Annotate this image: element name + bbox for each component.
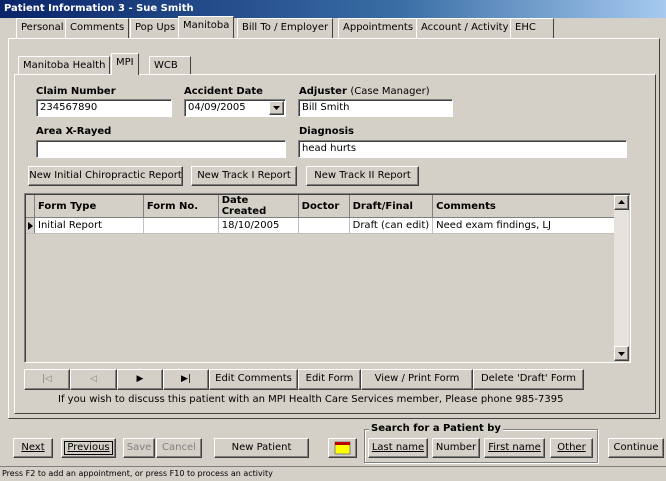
adjuster-label-text: Adjuster — [299, 86, 347, 97]
cell-date-created[interactable]: 18/10/2005 — [218, 217, 299, 234]
accident-date-field[interactable]: 04/09/2005 — [184, 99, 286, 117]
cell-form-no[interactable] — [143, 217, 219, 234]
search-first-name-label: First name — [488, 442, 541, 453]
tab-account-activity[interactable]: Account / Activity — [416, 18, 514, 38]
search-number-label: Number — [435, 442, 477, 453]
previous-button-label: Previous — [67, 442, 110, 453]
column-header[interactable]: Form No. — [143, 195, 219, 218]
search-other-label: Other — [557, 442, 586, 453]
next-record-button[interactable]: ▶ — [117, 369, 163, 390]
new-track-1-report-button[interactable]: New Track I Report — [191, 166, 297, 186]
accident-date-value: 04/09/2005 — [188, 102, 246, 113]
subtab-wcb[interactable]: WCB — [149, 56, 191, 75]
mpi-info-text: If you wish to discuss this patient with… — [58, 394, 564, 405]
tab-pop-ups[interactable]: Pop Ups — [130, 18, 181, 38]
sub-tabstrip: Manitoba Health MPI WCB — [14, 53, 314, 76]
diagnosis-field[interactable]: head hurts — [298, 140, 627, 158]
tab-manitoba[interactable]: Manitoba — [178, 16, 235, 38]
table-header-row: Form Type Form No. Date Created Doctor D… — [26, 195, 616, 218]
grid-scrollbar[interactable] — [614, 195, 629, 361]
new-patient-button-label: New Patient — [231, 442, 292, 453]
chevron-down-icon — [273, 106, 280, 110]
tab-ehc[interactable]: EHC — [510, 18, 554, 38]
new-patient-button[interactable]: New Patient — [214, 438, 309, 458]
delete-draft-form-button[interactable]: Delete 'Draft' Form — [473, 369, 584, 390]
edit-comments-button[interactable]: Edit Comments — [209, 369, 298, 390]
continue-button[interactable]: Continue — [608, 438, 664, 458]
save-button-label: Save — [126, 442, 152, 453]
subtab-manitoba-health[interactable]: Manitoba Health — [18, 56, 111, 75]
column-header[interactable]: Form Type — [34, 195, 144, 218]
search-other-button[interactable]: Other — [550, 438, 593, 458]
forms-grid[interactable]: Form Type Form No. Date Created Doctor D… — [24, 193, 631, 363]
tab-personal[interactable]: Personal — [16, 18, 69, 38]
diagnosis-label: Diagnosis — [299, 126, 354, 137]
previous-record-button[interactable]: ◁ — [70, 369, 117, 390]
row-selector-header — [26, 195, 35, 218]
previous-button[interactable]: Previous — [61, 438, 116, 458]
accident-date-label: Accident Date — [184, 86, 263, 97]
column-header[interactable]: Draft/Final — [349, 195, 434, 218]
last-record-button[interactable]: ▶| — [163, 369, 209, 390]
column-header[interactable]: Doctor — [298, 195, 350, 218]
dropdown-button[interactable] — [269, 101, 284, 115]
first-record-button[interactable]: |◁ — [24, 369, 70, 390]
adjuster-field[interactable]: Bill Smith — [298, 99, 453, 117]
arrow-up-icon — [618, 200, 625, 204]
area-x-rayed-field[interactable] — [36, 140, 286, 158]
adjuster-label: Adjuster (Case Manager) — [299, 86, 430, 97]
sticky-note-icon — [334, 441, 351, 455]
tab-comments[interactable]: Comments — [65, 18, 130, 38]
subtab-mpi[interactable]: MPI — [111, 53, 139, 75]
main-tabstrip: Personal Comments Pop Ups Manitoba Bill … — [9, 16, 659, 39]
area-x-rayed-label: Area X-Rayed — [36, 126, 112, 137]
cancel-button-label: Cancel — [162, 442, 196, 453]
scroll-down-button[interactable] — [614, 346, 629, 361]
scroll-up-button[interactable] — [614, 195, 629, 210]
notes-button[interactable] — [328, 438, 357, 458]
new-track-2-report-button[interactable]: New Track II Report — [306, 166, 419, 186]
column-header[interactable]: Date Created — [218, 195, 299, 218]
cell-doctor[interactable] — [298, 217, 350, 234]
search-groupbox-title: Search for a Patient by — [369, 423, 503, 434]
window-title: Patient Information 3 - Sue Smith — [0, 0, 666, 18]
search-last-name-button[interactable]: Last name — [368, 438, 428, 458]
grid-body: Form Type Form No. Date Created Doctor D… — [26, 195, 616, 361]
claim-number-label: Claim Number — [36, 86, 116, 97]
view-print-form-button[interactable]: View / Print Form — [361, 369, 473, 390]
next-button[interactable]: Next — [13, 438, 53, 458]
cell-form-type[interactable]: Initial Report — [34, 217, 144, 234]
table-row[interactable]: Initial Report 18/10/2005 Draft (can edi… — [26, 217, 616, 234]
cell-comments[interactable]: Need exam findings, LJ — [432, 217, 616, 234]
search-number-button[interactable]: Number — [432, 438, 480, 458]
column-header[interactable]: Comments — [432, 195, 616, 218]
adjuster-sublabel: (Case Manager) — [350, 86, 430, 97]
edit-form-button[interactable]: Edit Form — [298, 369, 361, 390]
search-first-name-button[interactable]: First name — [484, 438, 545, 458]
next-button-label: Next — [21, 442, 45, 453]
cancel-button[interactable]: Cancel — [156, 438, 202, 458]
claim-number-field[interactable]: 234567890 — [36, 99, 172, 117]
tab-appointments[interactable]: Appointments — [338, 18, 419, 38]
save-button[interactable]: Save — [123, 438, 155, 458]
search-last-name-label: Last name — [371, 442, 425, 453]
cell-draft-final[interactable]: Draft (can edit) — [349, 217, 434, 234]
arrow-down-icon — [618, 352, 625, 356]
tab-bill-to-employer[interactable]: Bill To / Employer — [237, 18, 334, 38]
new-initial-report-button[interactable]: New Initial Chiropractic Report — [28, 166, 183, 186]
status-bar: Press F2 to add an appointment, or press… — [0, 466, 666, 481]
row-pointer-icon — [26, 217, 35, 234]
forms-table: Form Type Form No. Date Created Doctor D… — [26, 195, 616, 234]
